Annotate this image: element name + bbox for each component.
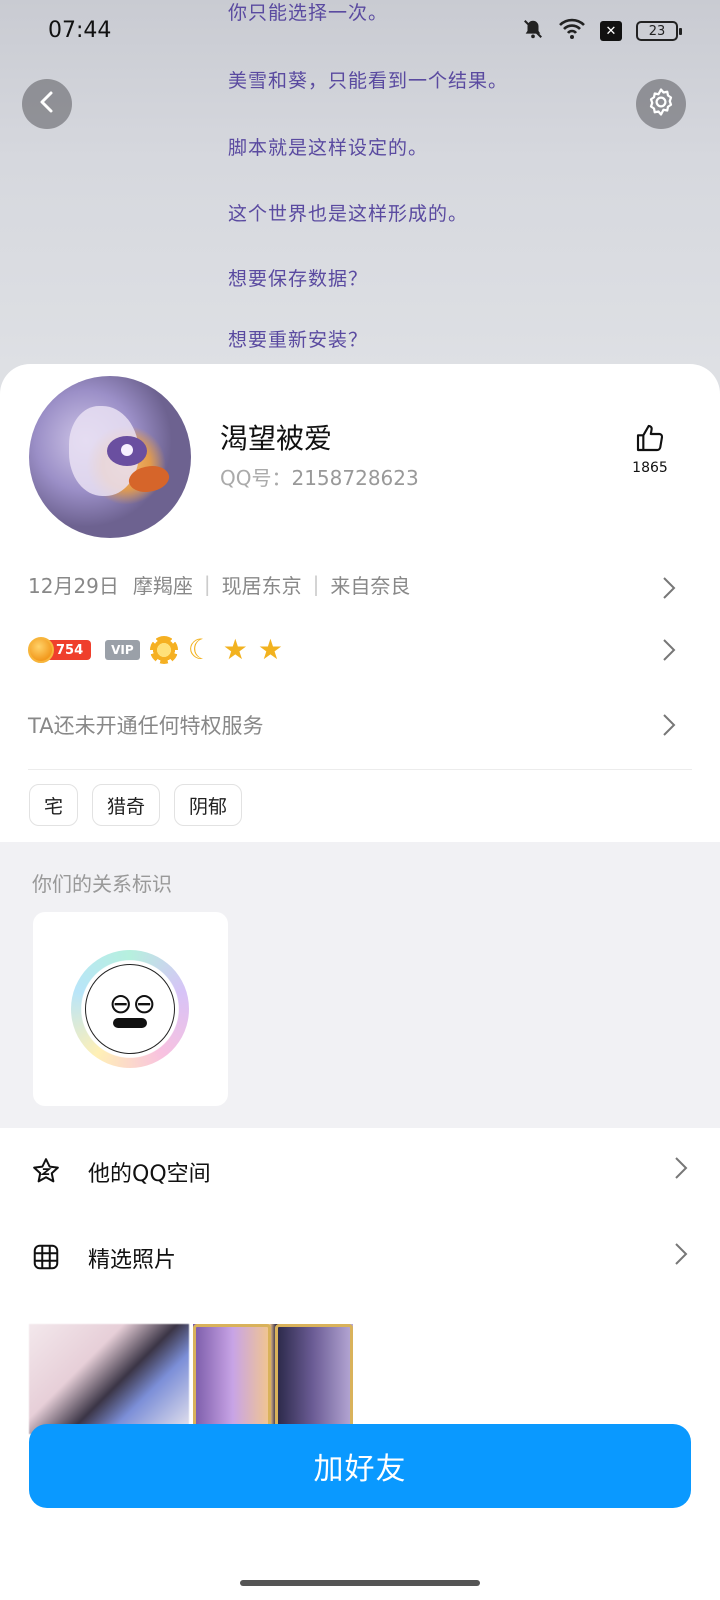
moon-icon: ☾: [187, 633, 213, 666]
sun-icon: [149, 636, 178, 664]
chevron-right-icon: [662, 713, 676, 742]
chevron-right-icon: [662, 576, 676, 605]
relationship-badge-icon: ⊖⊖: [71, 950, 189, 1068]
chevron-right-icon: [662, 638, 676, 666]
add-friend-button[interactable]: 加好友: [29, 1424, 691, 1508]
nickname: 渴望被爱: [220, 422, 333, 455]
zodiac: 摩羯座: [132, 573, 193, 598]
photo-thumbnails: [29, 1324, 353, 1434]
status-bar: 07:44 ✕ 23: [0, 0, 720, 64]
banner-line: 脚本就是这样设定的。: [228, 137, 429, 159]
star-icon: ★: [222, 633, 248, 666]
relationship-title: 你们的关系标识: [32, 872, 172, 896]
gear-icon: [646, 87, 676, 121]
banner-line: 美雪和葵，只能看到一个结果。: [228, 70, 509, 92]
grid-icon: [31, 1242, 61, 1276]
divider: [28, 769, 692, 770]
battery-indicator: 23: [636, 21, 682, 41]
status-time: 07:44: [48, 18, 112, 43]
privilege-text: TA还未开通任何特权服务: [28, 714, 264, 738]
home-indicator[interactable]: [240, 1580, 480, 1586]
back-button[interactable]: [22, 79, 72, 129]
banner-line: 这个世界也是这样形成的。: [228, 203, 469, 225]
profile-card: 渴望被爱 QQ号：2158728623 1865 12月29日 摩羯座 | 现居…: [0, 364, 720, 1600]
status-icons: ✕ 23: [522, 18, 682, 44]
qzone-row[interactable]: 他的QQ空间: [0, 1128, 720, 1214]
relationship-section: 你们的关系标识 ⊖⊖: [0, 842, 720, 1128]
star-icon: ★: [257, 633, 284, 666]
privilege-row[interactable]: TA还未开通任何特权服务: [28, 702, 692, 748]
tag[interactable]: 猎奇: [92, 784, 161, 826]
like-button[interactable]: 1865: [620, 422, 680, 476]
coin-icon: [28, 637, 54, 663]
birthday: 12月29日: [28, 573, 119, 598]
qq-number-label: QQ号：: [220, 466, 292, 490]
tag[interactable]: 宅: [29, 784, 79, 826]
basic-info-row[interactable]: 12月29日 摩羯座 | 现居东京 | 来自奈良: [28, 564, 692, 604]
relationship-card[interactable]: ⊖⊖: [33, 912, 228, 1106]
tag-list: 宅 猎奇 阴郁: [29, 784, 243, 826]
badges-row[interactable]: 754 VIP ☾ ★ ★: [28, 630, 692, 670]
chevron-left-icon: [37, 90, 57, 118]
chevron-right-icon: [674, 1242, 688, 1270]
qzone-star-icon: [31, 1156, 61, 1190]
photo-thumbnail[interactable]: [29, 1324, 189, 1434]
residence: 现居东京: [221, 573, 302, 598]
divider-bar: |: [312, 572, 320, 596]
vip-badge: VIP: [105, 640, 140, 660]
divider-bar: |: [203, 572, 211, 596]
qq-number: QQ号：2158728623: [220, 462, 419, 491]
hometown: 来自奈良: [330, 573, 411, 598]
settings-button[interactable]: [636, 79, 686, 129]
wifi-icon: [558, 18, 586, 44]
photos-label: 精选照片: [88, 1248, 177, 1273]
thumbs-up-icon: [634, 424, 666, 458]
level-badge: 754: [28, 637, 92, 663]
qzone-label: 他的QQ空间: [88, 1162, 211, 1187]
sim-off-icon: ✕: [600, 21, 622, 41]
banner-line: 想要保存数据？: [228, 268, 369, 290]
tag[interactable]: 阴郁: [174, 784, 243, 826]
chevron-right-icon: [674, 1156, 688, 1184]
bell-muted-icon: [522, 18, 544, 44]
photo-thumbnail[interactable]: [193, 1324, 353, 1434]
banner-line: 想要重新安装？: [228, 329, 369, 351]
qq-number-value: 2158728623: [291, 466, 419, 490]
avatar[interactable]: [29, 376, 191, 538]
like-count: 1865: [632, 460, 668, 476]
photos-row[interactable]: 精选照片: [0, 1214, 720, 1300]
